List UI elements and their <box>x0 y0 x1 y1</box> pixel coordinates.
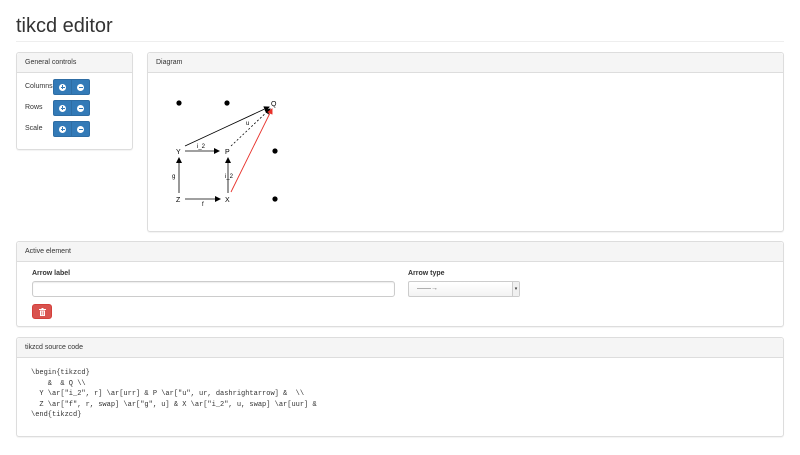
increase-scale-button[interactable] <box>54 122 71 136</box>
empty-cell-1-2[interactable] <box>272 148 278 154</box>
node-y[interactable]: Y <box>176 149 181 156</box>
delete-arrow-button[interactable] <box>32 304 52 319</box>
rows-label: Rows <box>25 104 43 111</box>
general-controls-panel: General controls Columns Rows Scale <box>16 52 133 150</box>
edge-label-z-x[interactable]: f <box>202 202 204 208</box>
trash-icon <box>38 307 46 316</box>
plus-circle-icon <box>59 104 66 112</box>
source-code-panel: tikzcd source code \begin{tikzcd} & & Q … <box>16 337 784 437</box>
arrow-type-select[interactable]: ——→ ▾ <box>408 281 520 297</box>
edge-label-y-p[interactable]: i_2 <box>197 144 206 150</box>
plus-circle-icon <box>59 125 66 133</box>
arrow-type-selected: ——→ <box>417 285 438 292</box>
arrow-label-caption: Arrow label <box>32 270 71 277</box>
columns-control: Columns <box>25 79 125 95</box>
columns-label: Columns <box>25 83 53 90</box>
decrease-scale-button[interactable] <box>71 122 89 136</box>
tikzcd-source-code[interactable]: \begin{tikzcd} & & Q \\ Y \ar["i_2", r] … <box>31 368 317 421</box>
node-z[interactable]: Z <box>176 197 181 204</box>
minus-circle-icon <box>77 83 84 91</box>
edge-p-q[interactable] <box>230 108 271 147</box>
remove-row-button[interactable] <box>71 101 89 115</box>
page-title: tikcd editor <box>16 15 113 37</box>
arrow-type-caption: Arrow type <box>408 270 445 277</box>
empty-cell-0-0[interactable] <box>176 100 182 106</box>
rows-button-group <box>53 100 90 116</box>
source-code-heading: tikzcd source code <box>17 338 783 358</box>
add-column-button[interactable] <box>54 80 71 94</box>
title-divider <box>16 41 784 42</box>
add-row-button[interactable] <box>54 101 71 115</box>
scale-label: Scale <box>25 125 43 132</box>
diagram-panel: Diagram i_2 u i_2 g f Q Y P Z X <box>147 52 784 232</box>
edge-label-p-q[interactable]: u <box>246 121 249 127</box>
columns-button-group <box>53 79 90 95</box>
edge-label-x-p[interactable]: i_2 <box>225 174 234 180</box>
dropdown-arrow-icon: ▾ <box>512 282 519 296</box>
empty-cell-2-2[interactable] <box>272 196 278 202</box>
scale-button-group <box>53 121 90 137</box>
general-controls-heading: General controls <box>17 53 132 73</box>
minus-circle-icon <box>77 125 84 133</box>
empty-cell-0-1[interactable] <box>224 100 230 106</box>
diagram-canvas[interactable]: i_2 u i_2 g f Q Y P Z X <box>148 73 783 231</box>
rows-control: Rows <box>25 100 125 116</box>
node-p[interactable]: P <box>225 149 230 156</box>
edge-label-z-y[interactable]: g <box>172 174 175 180</box>
minus-circle-icon <box>77 104 84 112</box>
active-element-panel: Active element Arrow label Arrow type ——… <box>16 241 784 327</box>
diagram-heading: Diagram <box>148 53 783 73</box>
plus-circle-icon <box>59 83 66 91</box>
arrow-label-input[interactable] <box>32 281 395 297</box>
node-q[interactable]: Q <box>271 101 277 108</box>
node-x[interactable]: X <box>225 197 230 204</box>
active-element-heading: Active element <box>17 242 783 262</box>
scale-control: Scale <box>25 121 125 137</box>
remove-column-button[interactable] <box>71 80 89 94</box>
